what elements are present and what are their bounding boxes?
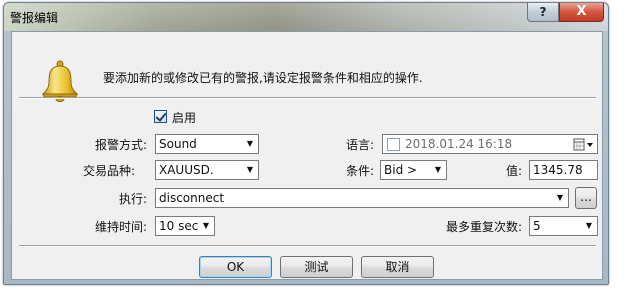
test-button[interactable]: 测试 — [280, 256, 353, 278]
help-button[interactable]: ? — [527, 3, 559, 22]
ok-button[interactable]: OK — [199, 256, 272, 278]
alert-type-select[interactable]: Sound ▼ — [155, 134, 259, 154]
max-repeats-select[interactable]: 5 ▼ — [529, 216, 598, 236]
dialog-body: 要添加新的或修改已有的警报,请设定报警条件和相应的操作. 启用 报警方式: So… — [11, 31, 603, 280]
timeout-value: 10 sec — [159, 219, 199, 233]
max-repeats-label: 最多重复次数: — [446, 220, 523, 234]
max-repeats-value: 5 — [533, 219, 541, 233]
chevron-down-icon: ▼ — [202, 221, 210, 230]
timeout-label: 维持时间: — [95, 220, 148, 234]
chevron-down-icon: ▼ — [246, 139, 254, 148]
chevron-down-icon: ▼ — [556, 193, 564, 202]
symbol-label: 交易品种: — [83, 164, 136, 178]
bottom-separator — [19, 245, 596, 247]
alert-editor-window: 警报编辑 ? X 要添加新的或修改已有的警报,请设定报警条件和相应的操作. 启用 — [3, 2, 609, 285]
condition-label: 条件: — [346, 164, 375, 178]
enabled-checkbox[interactable] — [154, 110, 167, 123]
price-input[interactable]: 1345.78 — [529, 160, 598, 180]
close-button[interactable]: X — [559, 3, 604, 22]
window-title: 警报编辑 — [10, 11, 59, 25]
language-date-value: 2018.01.24 16:18 — [405, 137, 513, 151]
alert-type-value: Sound — [159, 137, 197, 151]
bell-icon — [41, 60, 79, 102]
action-select[interactable]: disconnect ▼ — [155, 188, 569, 208]
cancel-button[interactable]: 取消 — [361, 256, 434, 278]
enabled-label: 启用 — [172, 111, 197, 125]
price-label: 值: — [506, 164, 523, 178]
language-checkbox[interactable] — [387, 138, 400, 151]
language-date-field[interactable]: 2018.01.24 16:18 — [382, 134, 598, 154]
timeout-select[interactable]: 10 sec ▼ — [155, 216, 215, 236]
alert-type-label: 报警方式: — [95, 138, 148, 152]
chevron-down-icon: ▼ — [246, 165, 254, 174]
instruction-text: 要添加新的或修改已有的警报,请设定报警条件和相应的操作. — [103, 71, 423, 85]
symbol-value: XAUUSD. — [159, 163, 214, 177]
language-label: 语言: — [346, 138, 375, 152]
browse-button[interactable]: ... — [575, 187, 597, 209]
top-separator — [19, 97, 596, 99]
condition-select[interactable]: Bid > ▼ — [380, 160, 447, 180]
action-label: 执行: — [119, 192, 148, 206]
chevron-down-icon: ▼ — [434, 165, 442, 174]
action-value: disconnect — [159, 191, 225, 205]
symbol-select[interactable]: XAUUSD. ▼ — [155, 160, 259, 180]
price-value: 1345.78 — [533, 163, 583, 177]
chevron-down-icon: ▼ — [585, 221, 593, 230]
title-bar[interactable]: 警报编辑 — [4, 3, 608, 31]
calendar-dropdown-icon[interactable] — [573, 138, 595, 151]
condition-value: Bid > — [384, 163, 418, 177]
